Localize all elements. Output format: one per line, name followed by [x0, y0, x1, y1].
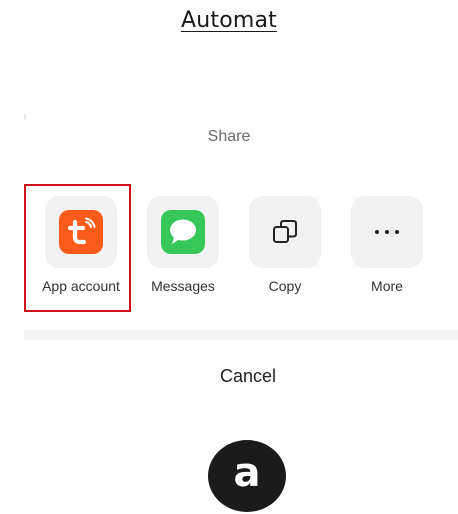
- share-target-messages[interactable]: Messages: [133, 196, 233, 306]
- messages-icon: [161, 210, 205, 254]
- share-target-copy[interactable]: Copy: [235, 196, 335, 306]
- copy-icon: [273, 220, 297, 243]
- share-target-icon-tile: [249, 196, 321, 268]
- share-target-icon-tile: [147, 196, 219, 268]
- step-badge: a: [208, 440, 286, 512]
- cancel-button[interactable]: Cancel: [0, 350, 458, 402]
- share-target-icon-tile: [351, 196, 423, 268]
- more-dots-icon: [375, 230, 399, 234]
- share-target-more[interactable]: More: [337, 196, 437, 306]
- sheet-edge: [24, 114, 26, 120]
- highlight-box: [24, 184, 131, 312]
- share-title: Share: [207, 128, 251, 145]
- share-target-label: More: [371, 278, 403, 294]
- page-title: Automat: [180, 8, 278, 33]
- divider: [24, 330, 458, 340]
